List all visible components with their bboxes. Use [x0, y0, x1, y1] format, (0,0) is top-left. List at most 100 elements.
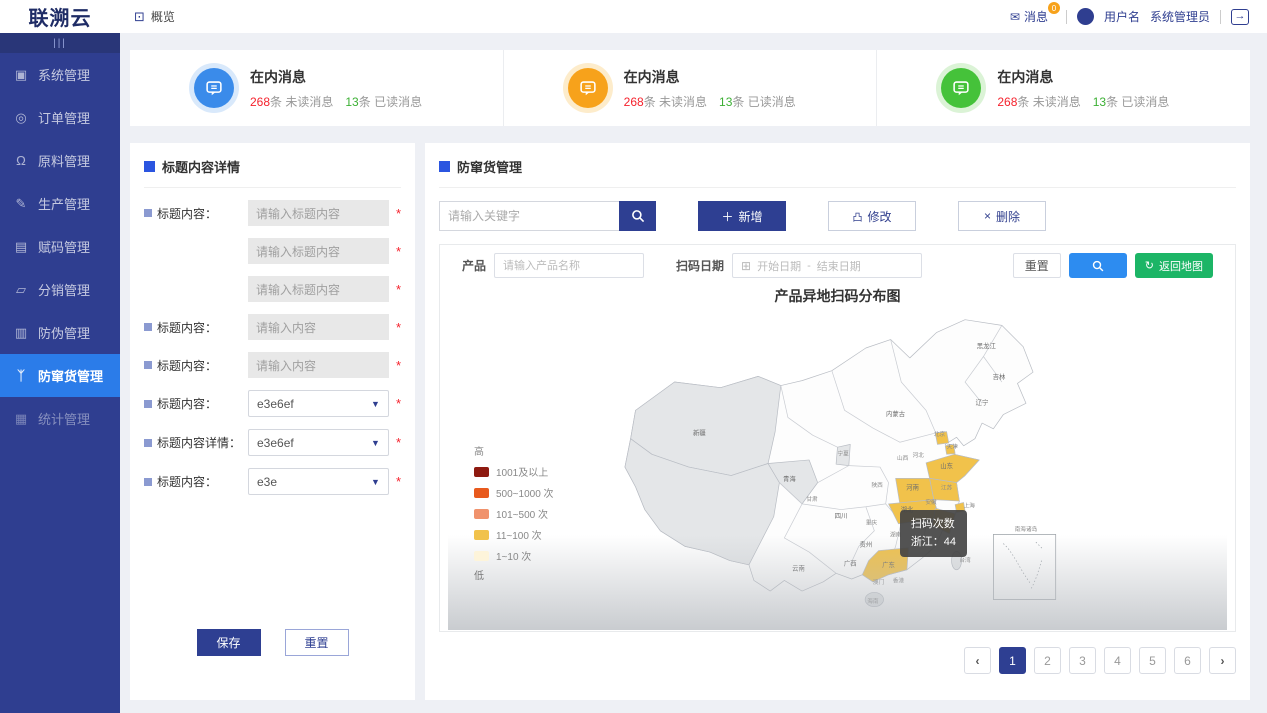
unread-label: 条 未读消息	[270, 95, 345, 109]
required-asterisk: *	[396, 435, 401, 450]
breadcrumb[interactable]: ⊡ 概览	[134, 8, 175, 25]
sidebar-item-统计管理[interactable]: ▦统计管理	[0, 397, 120, 440]
required-asterisk: *	[396, 320, 401, 335]
legend-item: 101~500 次	[474, 506, 554, 521]
pagination-page-5[interactable]: 5	[1139, 647, 1166, 674]
sidebar-item-防伪管理[interactable]: ▥防伪管理	[0, 311, 120, 354]
messages-label: 消息	[1024, 8, 1048, 25]
sidebar-item-赋码管理[interactable]: ▤赋码管理	[0, 225, 120, 268]
logout-icon[interactable]: →	[1231, 9, 1249, 25]
select-input[interactable]: e3e6ef▼	[248, 429, 389, 456]
chevron-down-icon: ▼	[371, 399, 380, 409]
legend-label: 1~10 次	[496, 548, 531, 563]
map-tooltip: 扫码次数 浙江：44	[900, 510, 967, 557]
required-asterisk: *	[396, 396, 401, 411]
envelope-icon: ✉	[1010, 10, 1020, 24]
message-card: 在内消息268条 未读消息 13条 已读消息	[876, 50, 1250, 126]
required-asterisk: *	[396, 244, 401, 259]
legend-low-label: 低	[474, 567, 554, 582]
text-input[interactable]: 请输入标题内容	[248, 200, 389, 226]
pagination-next-button[interactable]: ›	[1209, 647, 1236, 674]
pagination-prev-button[interactable]: ‹	[964, 647, 991, 674]
pagination: ‹ 123456 ›	[439, 647, 1236, 674]
sidebar-collapse-button[interactable]: |||	[0, 33, 120, 53]
province-label: 新疆	[693, 428, 706, 437]
field-label: 标题内容详情：	[144, 434, 248, 451]
map-search-button[interactable]	[1069, 253, 1127, 278]
message-card-title: 在内消息	[250, 67, 422, 87]
chevron-down-icon: ▼	[371, 477, 380, 487]
legend-item: 1001及以上	[474, 464, 554, 479]
sidebar-nav: ▣系统管理◎订单管理 Ω 原料管理 ✎生产管理▤赋码管理▱分销管理▥防伪管理ᛉ防窜货管…	[0, 53, 120, 440]
select-input[interactable]: e3e6ef▼	[248, 390, 389, 417]
sidebar: 联溯云 ||| ▣系统管理◎订单管理 Ω 原料管理 ✎生产管理▤赋码管理▱分销管理▥防…	[0, 0, 120, 713]
chevron-down-icon: ▼	[371, 438, 380, 448]
sidebar-item-原料管理[interactable]: Ω 原料管理	[0, 139, 120, 182]
select-value: e3e	[257, 475, 277, 489]
scan-date-label: 扫码日期	[676, 257, 724, 274]
topbar: ⊡ 概览 ✉ 消息 0 用户名 系统管理员 →	[120, 0, 1267, 33]
sidebar-item-label: 分销管理	[38, 280, 90, 299]
date-separator: -	[807, 260, 811, 272]
select-input[interactable]: e3e ▼	[248, 468, 389, 495]
sidebar-item-label: 生产管理	[38, 194, 90, 213]
unread-label: 条 未读消息	[1017, 95, 1092, 109]
pagination-page-4[interactable]: 4	[1104, 647, 1131, 674]
legend-label: 500~1000 次	[496, 485, 554, 500]
save-button[interactable]: 保存	[197, 629, 261, 656]
sidebar-item-分销管理[interactable]: ▱分销管理	[0, 268, 120, 311]
message-card: 在内消息 268条 未读消息 13条 已读消息	[130, 50, 503, 126]
field-bullet-icon	[144, 439, 152, 447]
sidebar-item-订单管理[interactable]: ◎订单管理	[0, 96, 120, 139]
sidebar-item-label: 防伪管理	[38, 323, 90, 342]
field-bullet-icon	[144, 478, 152, 486]
delete-button[interactable]: × 删除	[958, 201, 1046, 231]
province-label: 广东	[882, 560, 895, 569]
product-input[interactable]	[494, 253, 644, 278]
avatar[interactable]	[1077, 8, 1094, 25]
material-icon: Ω	[13, 153, 29, 168]
legend-items: 1001及以上500~1000 次101~500 次11~100 次1~10 次	[474, 464, 554, 563]
province-label: 南海诸岛	[1015, 525, 1038, 533]
pagination-page-2[interactable]: 2	[1034, 647, 1061, 674]
date-end-placeholder: 结束日期	[817, 258, 861, 274]
modify-button[interactable]: 凸 修改	[828, 201, 916, 231]
back-to-map-button[interactable]: ↻ 返回地图	[1135, 253, 1213, 278]
message-card-text: 在内消息268条 未读消息 13条 已读消息	[997, 67, 1169, 110]
field-label-text: 标题内容详情：	[157, 434, 241, 451]
form-row: 请输入标题内容 *	[144, 238, 401, 264]
username[interactable]: 用户名	[1104, 8, 1140, 25]
pagination-page-3[interactable]: 3	[1069, 647, 1096, 674]
chat-bubble-icon	[194, 68, 234, 108]
text-input[interactable]: 请输入标题内容	[248, 276, 389, 302]
add-button[interactable]: ＋ 新增	[698, 201, 786, 231]
sidebar-item-label: 原料管理	[38, 151, 90, 170]
pagination-page-1[interactable]: 1	[999, 647, 1026, 674]
china-map[interactable]: 新疆内蒙古黑龙江吉林辽宁北京天津山西河北宁夏青海甘肃陕西山东河南江苏安徽上海湖北…	[448, 297, 1227, 630]
sidebar-item-系统管理[interactable]: ▣系统管理	[0, 53, 120, 96]
field-label: 标题内容：	[144, 357, 248, 374]
message-card-title: 在内消息	[624, 67, 796, 87]
sidebar-item-防窜货管理[interactable]: ᛉ防窜货管理	[0, 354, 120, 397]
user-role: 系统管理员	[1150, 8, 1210, 25]
message-card-text: 在内消息268条 未读消息 13条 已读消息	[624, 67, 796, 110]
legend-label: 1001及以上	[496, 464, 548, 479]
search-button[interactable]	[619, 201, 656, 231]
message-card-counts: 268条 未读消息 13条 已读消息	[250, 93, 422, 110]
text-input[interactable]: 请输入标题内容	[248, 238, 389, 264]
brand-logo: 联溯云	[0, 0, 120, 33]
province-label: 山东	[940, 461, 953, 470]
messages-button[interactable]: ✉ 消息 0	[1010, 8, 1048, 25]
map-reset-button[interactable]: 重置	[1013, 253, 1061, 278]
date-range-picker[interactable]: ⊞ 开始日期 - 结束日期	[732, 253, 922, 278]
text-input[interactable]: 请输入内容	[248, 352, 389, 378]
field-label-text: 标题内容：	[157, 473, 217, 490]
text-input[interactable]: 请输入内容	[248, 314, 389, 340]
keyword-input[interactable]	[439, 201, 619, 231]
province-label: 上海	[964, 501, 976, 509]
field-label-text: 标题内容：	[157, 319, 217, 336]
sidebar-item-生产管理[interactable]: ✎生产管理	[0, 182, 120, 225]
pagination-page-6[interactable]: 6	[1174, 647, 1201, 674]
chat-bubble-icon	[941, 68, 981, 108]
reset-button[interactable]: 重置	[285, 629, 349, 656]
